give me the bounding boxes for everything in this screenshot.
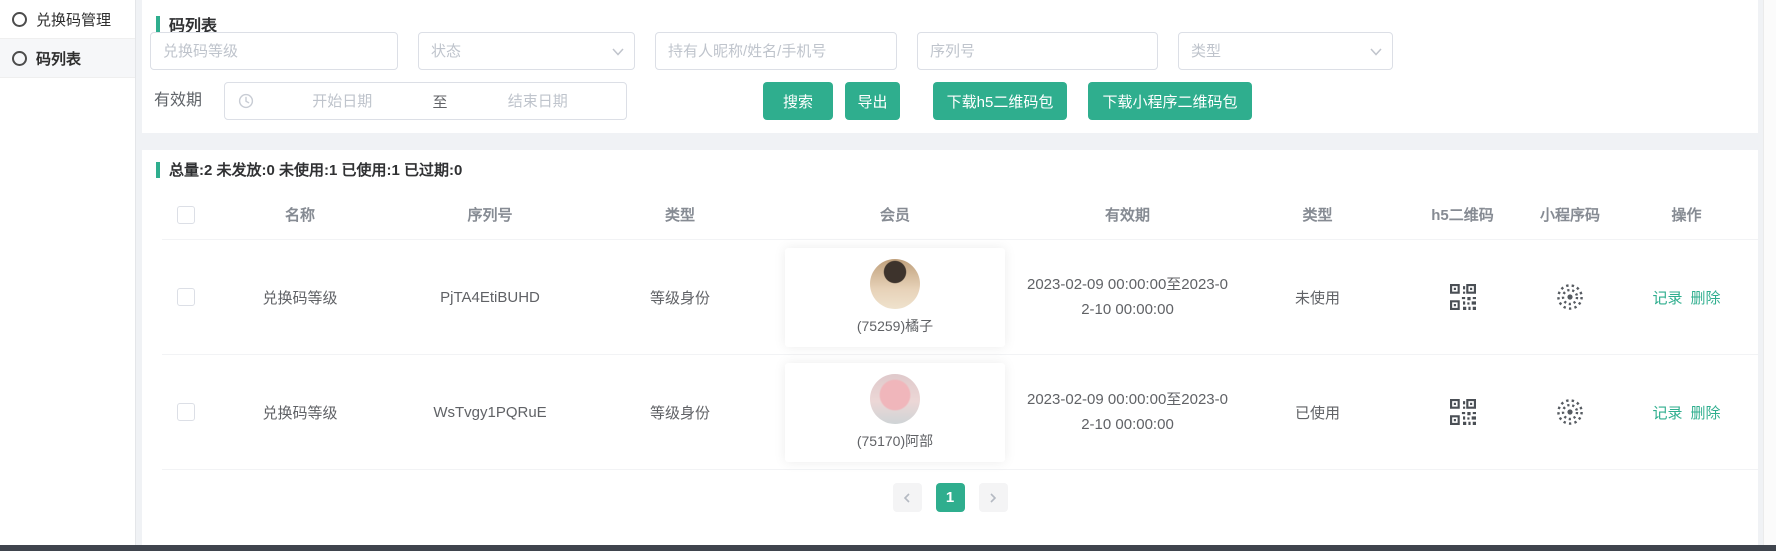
summary-accent-bar [156,162,160,178]
sidebar-item-label: 码列表 [36,48,81,69]
next-page-button[interactable] [979,483,1008,512]
type-select[interactable] [1178,32,1393,70]
header-name: 名称 [210,204,390,225]
app-window: 兑换码管理 码列表 码列表 有效期 [0,0,1776,551]
cell-type: 等级身份 [590,287,770,308]
sidebar-item-label: 兑换码管理 [36,9,111,30]
header-actions: 操作 [1615,204,1758,225]
date-range-picker[interactable]: 至 [224,82,627,120]
chevron-down-icon [612,48,624,56]
row-checkbox[interactable] [177,403,195,421]
download-h5-qr-button[interactable]: 下载h5二维码包 [933,82,1067,120]
record-link[interactable]: 记录 [1652,287,1682,308]
page-1-button[interactable]: 1 [936,483,965,512]
code-list-panel: 总量:2 未发放:0 未使用:1 已使用:1 已过期:0 名称 序列号 类型 会… [142,150,1758,545]
date-start-input[interactable] [254,92,431,111]
export-button[interactable]: 导出 [845,82,900,120]
table-header-row: 名称 序列号 类型 会员 有效期 类型 h5二维码 小程序码 操作 [162,190,1758,240]
cell-serial: WsTvgy1PQRuE [390,404,590,421]
chevron-down-icon [1370,48,1382,56]
header-h5-qr: h5二维码 [1400,204,1525,225]
status-badge: 未使用 [1235,287,1400,308]
member-avatar [870,374,920,424]
member-card: (75259)橘子 [785,248,1005,347]
member-name: (75170)阿部 [857,431,933,451]
chevron-right-icon [988,492,998,504]
cell-name: 兑换码等级 [210,287,390,308]
status-select[interactable] [418,32,635,70]
h5-qr-code-icon[interactable] [1450,284,1476,310]
header-member: 会员 [770,204,1020,225]
circle-icon [12,12,27,27]
sidebar-item-code-management[interactable]: 兑换码管理 [0,0,135,39]
status-badge: 已使用 [1235,402,1400,423]
cell-name: 兑换码等级 [210,402,390,423]
miniprogram-code-icon[interactable] [1555,282,1585,312]
cell-serial: PjTA4EtiBUHD [390,289,590,306]
filter-panel: 码列表 有效期 至 搜索 导出 下载h5二维码包 下载小程序二维码包 [142,0,1758,133]
member-avatar [870,259,920,309]
summary-text: 总量:2 未发放:0 未使用:1 已使用:1 已过期:0 [169,159,462,180]
header-mini-qr: 小程序码 [1525,204,1615,225]
chevron-left-icon [902,492,912,504]
delete-link[interactable]: 删除 [1691,287,1721,308]
header-status: 类型 [1235,204,1400,225]
bottom-edge-bar [0,545,1776,551]
select-all-checkbox[interactable] [177,206,195,224]
header-type: 类型 [590,204,770,225]
table-row: 兑换码等级 WsTvgy1PQRuE 等级身份 (75170)阿部 2023-0… [162,355,1758,470]
sidebar-item-code-list[interactable]: 码列表 [0,39,135,78]
download-miniprogram-qr-button[interactable]: 下载小程序二维码包 [1088,82,1252,120]
delete-link[interactable]: 删除 [1691,402,1721,423]
search-button[interactable]: 搜索 [763,82,833,120]
sidebar: 兑换码管理 码列表 [0,0,136,545]
serial-input[interactable] [917,32,1158,70]
circle-icon [12,51,27,66]
date-end-input[interactable] [450,92,627,111]
table-row: 兑换码等级 PjTA4EtiBUHD 等级身份 (75259)橘子 2023-0… [162,240,1758,355]
type-select-input[interactable] [1178,32,1393,70]
h5-qr-code-icon[interactable] [1450,399,1476,425]
cell-validity: 2023-02-09 00:00:00至2023-02-10 00:00:00 [1025,272,1231,323]
scrollbar-track[interactable] [1763,0,1776,545]
prev-page-button[interactable] [893,483,922,512]
holder-input[interactable] [655,32,897,70]
cell-validity: 2023-02-09 00:00:00至2023-02-10 00:00:00 [1025,387,1231,438]
miniprogram-code-icon[interactable] [1555,397,1585,427]
validity-label: 有效期 [154,82,202,120]
title-accent-bar [156,16,160,32]
date-separator: 至 [431,91,450,112]
pagination: 1 [142,483,1758,512]
cell-type: 等级身份 [590,402,770,423]
code-level-input[interactable] [150,32,398,70]
record-link[interactable]: 记录 [1652,402,1682,423]
header-serial: 序列号 [390,204,590,225]
member-card: (75170)阿部 [785,363,1005,462]
status-select-input[interactable] [418,32,635,70]
row-checkbox[interactable] [177,288,195,306]
clock-icon [238,93,254,109]
summary-line: 总量:2 未发放:0 未使用:1 已使用:1 已过期:0 [156,159,462,180]
header-validity: 有效期 [1020,204,1235,225]
member-name: (75259)橘子 [857,316,933,336]
